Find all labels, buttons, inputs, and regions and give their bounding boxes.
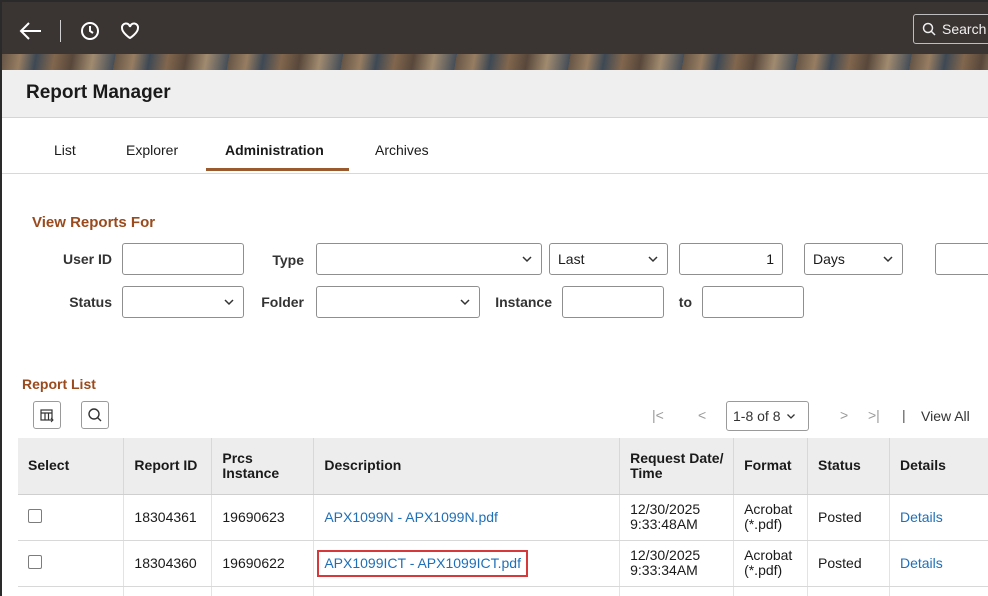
tab-administration[interactable]: Administration (225, 142, 324, 158)
period-unit-select[interactable]: Days (804, 243, 903, 275)
find-in-grid-button[interactable] (81, 401, 109, 429)
status-cell: Posted (807, 494, 890, 541)
format-ext: (*.pdf) (744, 562, 783, 578)
col-report-id[interactable]: Report ID (123, 438, 213, 495)
report-list-heading: Report List (22, 376, 96, 392)
grid-header-row: Select Report ID Prcs Instance Descripti… (18, 438, 988, 495)
instance-from-input[interactable] (562, 286, 664, 318)
chevron-down-icon (787, 414, 796, 419)
period-count-input[interactable]: 1 (679, 243, 783, 275)
col-description[interactable]: Description (313, 438, 621, 495)
tab-bar: List Explorer Administration Archives (2, 130, 988, 174)
report-id-cell: 18304360 (123, 540, 213, 587)
format-ext: (*.pdf) (744, 516, 783, 532)
report-list-grid: Select Report ID Prcs Instance Descripti… (18, 438, 988, 596)
tab-explorer[interactable]: Explorer (126, 142, 178, 158)
format-cell: Acrobat (*.pdf) (733, 494, 809, 541)
user-id-label: User ID (62, 251, 112, 267)
status-label: Status (69, 294, 112, 310)
grid-settings-icon (40, 409, 54, 423)
global-search-input[interactable]: Search (913, 14, 988, 44)
request-time: 9:33:34AM (630, 562, 698, 578)
details-link[interactable]: Details (900, 509, 943, 525)
top-banner: Search (2, 2, 988, 70)
col-details[interactable]: Details (889, 438, 988, 495)
folder-select[interactable] (316, 286, 480, 318)
active-tab-indicator (206, 168, 349, 171)
period-value: Last (558, 251, 585, 267)
request-time-cell: 12/30/2025 9:33:48AM (619, 494, 735, 541)
instance-label: Instance (495, 294, 552, 310)
instance-to-input[interactable] (702, 286, 804, 318)
request-time: 9:33:48AM (630, 516, 698, 532)
table-row: 18304360 19690622 APX1099ICT - APX1099IC… (18, 540, 988, 587)
report-description-link[interactable]: APX1099ICT - APX1099ICT.pdf (324, 555, 521, 571)
nav-divider (60, 20, 61, 42)
chevron-down-icon (883, 256, 893, 263)
chevron-down-icon (522, 256, 532, 263)
report-description-link[interactable]: APX1099N - APX1099N.pdf (324, 509, 498, 525)
search-icon (922, 22, 936, 36)
personalize-grid-button[interactable] (33, 401, 61, 429)
row-select-checkbox[interactable] (28, 508, 42, 523)
status-select[interactable] (122, 286, 244, 318)
search-placeholder: Search (942, 21, 987, 37)
page-title-bar: Report Manager (2, 70, 988, 118)
chevron-down-icon (224, 299, 234, 306)
period-select[interactable]: Last (549, 243, 668, 275)
period-unit-value: Days (813, 251, 845, 267)
banner-artwork (2, 54, 988, 70)
tab-archives[interactable]: Archives (375, 142, 429, 158)
first-page-icon[interactable]: |< (652, 407, 664, 423)
view-all-link[interactable]: View All (921, 408, 970, 424)
request-date: 12/30/2025 (630, 547, 701, 563)
type-select[interactable] (316, 243, 542, 275)
col-request-time[interactable]: Request Date/ Time (619, 438, 735, 495)
col-select[interactable]: Select (18, 438, 125, 495)
prcs-instance-cell: 19690622 (211, 540, 315, 587)
status-cell: Posted (807, 540, 890, 587)
highlight-box: APX1099ICT - APX1099ICT.pdf (317, 549, 528, 577)
col-prcs-instance[interactable]: Prcs Instance (211, 438, 315, 495)
table-row: 18304361 19690623 APX1099N - APX1099N.pd… (18, 494, 988, 541)
view-reports-for-heading: View Reports For (32, 214, 156, 231)
tab-list[interactable]: List (54, 142, 76, 158)
search-icon (88, 408, 102, 422)
tabs-divider (2, 173, 988, 174)
previous-page-icon[interactable]: < (698, 407, 706, 423)
last-page-icon[interactable]: >| (868, 407, 880, 423)
to-label: to (678, 294, 692, 310)
pager-divider: | (902, 407, 906, 423)
format-cell: Acrobat (*.pdf) (733, 540, 809, 587)
details-link[interactable]: Details (900, 555, 943, 571)
page-title: Report Manager (26, 82, 171, 103)
user-id-input[interactable] (122, 243, 244, 275)
back-arrow-icon[interactable] (16, 16, 46, 46)
request-date: 12/30/2025 (630, 501, 701, 517)
chevron-down-icon (460, 299, 470, 306)
page-range-value: 1-8 of 8 (733, 408, 781, 424)
app-frame: Search Report Manager List Explorer Admi… (0, 0, 988, 596)
row-select-checkbox[interactable] (28, 554, 42, 569)
page-range-select[interactable]: 1-8 of 8 (726, 401, 809, 431)
clock-icon[interactable] (75, 16, 105, 46)
report-id-cell: 18304361 (123, 494, 213, 541)
heart-icon[interactable] (115, 16, 145, 46)
col-status[interactable]: Status (807, 438, 890, 495)
col-format[interactable]: Format (733, 438, 809, 495)
chevron-down-icon (648, 256, 658, 263)
folder-label: Folder (261, 294, 304, 310)
refresh-button[interactable] (935, 243, 988, 275)
period-count-value: 1 (766, 251, 774, 267)
next-page-icon[interactable]: > (840, 407, 848, 423)
type-label: Type (272, 252, 304, 268)
prcs-instance-cell: 19690623 (211, 494, 315, 541)
nav-bar (16, 16, 145, 46)
format-name: Acrobat (744, 547, 793, 563)
format-name: Acrobat (744, 501, 793, 517)
request-time-cell: 12/30/2025 9:33:34AM (619, 540, 735, 587)
table-row-partial (18, 586, 988, 596)
